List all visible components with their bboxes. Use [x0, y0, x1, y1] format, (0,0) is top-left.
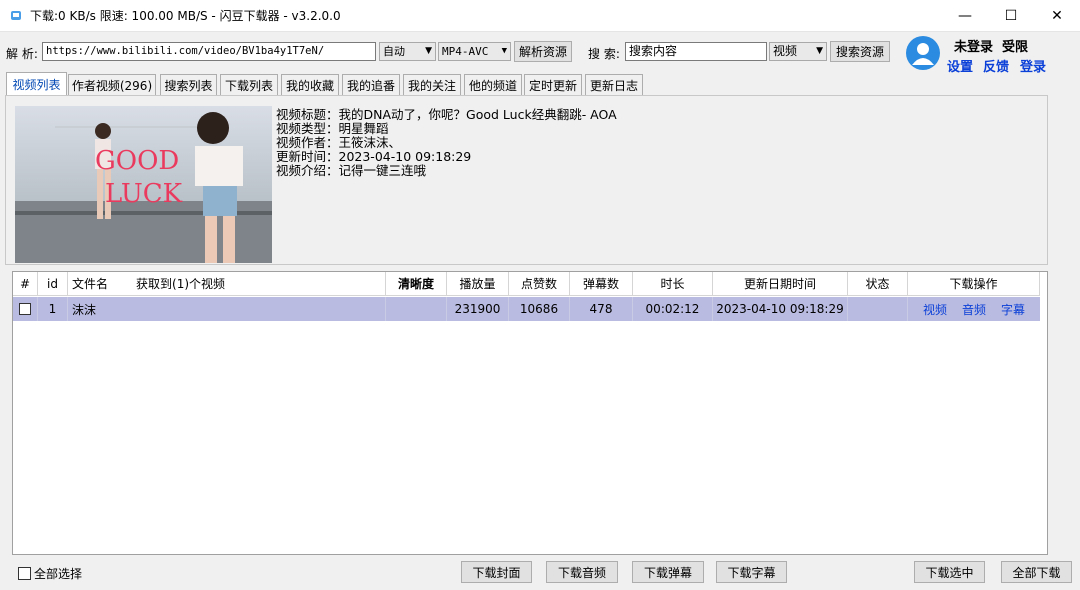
download-cover-button[interactable]: 下载封面: [461, 561, 532, 583]
download-subtitle-link[interactable]: 字幕: [1001, 301, 1025, 318]
quality-select-value: 自动: [383, 45, 405, 58]
column-header-plays[interactable]: 播放量: [447, 272, 509, 296]
download-audio-button[interactable]: 下载音频: [546, 561, 618, 583]
download-selected-button[interactable]: 下载选中: [914, 561, 985, 583]
row-likes-cell: 10686: [509, 297, 570, 321]
minimize-button[interactable]: —: [942, 0, 988, 31]
tab-changelog[interactable]: 更新日志: [585, 74, 643, 95]
codec-select-value: MP4-AVC: [442, 45, 489, 58]
close-button[interactable]: ✕: [1034, 0, 1080, 31]
row-quality-cell: [386, 297, 447, 321]
video-title-info: 视频标题：我的DNA动了，你呢？Good Luck经典翻跳- AOA: [276, 107, 617, 122]
window-title: 下载:0 KB/s 限速: 100.00 MB/S - 闪豆下载器 - v3.2…: [30, 9, 341, 23]
download-danmaku-button[interactable]: 下载弹幕: [632, 561, 704, 583]
video-count-label: 获取到(1)个视频: [136, 277, 226, 291]
thumbnail-text-good: GOOD: [95, 146, 179, 176]
search-button[interactable]: 搜索资源: [830, 41, 890, 62]
codec-select[interactable]: MP4-AVC ▼: [438, 42, 511, 61]
maximize-button[interactable]: ☐: [988, 0, 1034, 31]
parse-label: 解 析:: [6, 47, 38, 61]
user-avatar-icon: [906, 36, 940, 70]
video-updated-info: 更新时间：2023-04-10 09:18:29: [276, 149, 472, 164]
tab-following[interactable]: 我的关注: [403, 74, 461, 95]
chevron-down-icon: ▼: [501, 46, 507, 56]
search-type-value: 视频: [773, 44, 798, 58]
column-header-duration[interactable]: 时长: [633, 272, 713, 296]
row-duration-cell: 00:02:12: [633, 297, 713, 321]
tab-search-list[interactable]: 搜索列表: [160, 74, 217, 95]
url-input[interactable]: https://www.bilibili.com/video/BV1ba4y1T…: [42, 42, 376, 61]
row-checkbox[interactable]: [19, 303, 31, 315]
column-header-likes[interactable]: 点赞数: [509, 272, 570, 296]
title-bar: 下载:0 KB/s 限速: 100.00 MB/S - 闪豆下载器 - v3.2…: [0, 0, 1080, 31]
row-id-cell: 1: [38, 297, 68, 321]
download-subtitle-button[interactable]: 下载字幕: [716, 561, 787, 583]
quality-select[interactable]: 自动 ▼: [379, 42, 436, 61]
row-updated-cell: 2023-04-10 09:18:29: [713, 297, 848, 321]
tab-following-anime[interactable]: 我的追番: [342, 74, 400, 95]
column-header-status[interactable]: 状态: [848, 272, 908, 296]
app-icon: [11, 11, 21, 20]
column-header-hash[interactable]: #: [13, 272, 38, 296]
video-author-info: 视频作者：王筱沫沫、: [276, 135, 402, 150]
row-checkbox-cell[interactable]: [13, 297, 38, 321]
parse-button[interactable]: 解析资源: [514, 41, 572, 62]
column-header-id[interactable]: id: [38, 272, 68, 296]
settings-link[interactable]: 设置: [947, 56, 973, 75]
row-filename-cell: 沫沫: [68, 297, 386, 321]
checkbox-box[interactable]: [18, 567, 31, 580]
download-video-link[interactable]: 视频: [923, 301, 947, 318]
column-header-actions[interactable]: 下载操作: [908, 272, 1040, 296]
column-header-quality[interactable]: 清晰度: [386, 272, 447, 296]
login-link[interactable]: 登录: [1020, 56, 1046, 75]
row-danmaku-cell: 478: [570, 297, 633, 321]
search-input[interactable]: 搜索内容: [625, 42, 767, 61]
login-status: 未登录: [954, 40, 994, 55]
tab-download-list[interactable]: 下载列表: [220, 74, 278, 95]
chevron-down-icon: ▼: [816, 46, 823, 56]
tab-favorites[interactable]: 我的收藏: [281, 74, 339, 95]
video-thumbnail: GOOD LUCK: [15, 106, 272, 263]
select-all-checkbox[interactable]: 全部选择: [18, 565, 82, 582]
chevron-down-icon: ▼: [425, 46, 432, 56]
column-header-updated[interactable]: 更新日期时间: [713, 272, 848, 296]
feedback-link[interactable]: 反馈: [983, 56, 1009, 75]
row-status-cell: [848, 297, 908, 321]
row-actions-cell: 视频 音频 字幕: [908, 297, 1040, 321]
tab-video-list[interactable]: 视频列表: [6, 72, 67, 95]
download-all-button[interactable]: 全部下载: [1001, 561, 1072, 583]
tab-channel[interactable]: 他的频道: [464, 74, 522, 95]
avatar[interactable]: [906, 36, 940, 70]
download-audio-link[interactable]: 音频: [962, 301, 986, 318]
search-type-select[interactable]: 视频 ▼: [769, 42, 827, 61]
video-type-info: 视频类型：明星舞蹈: [276, 121, 389, 136]
video-intro-info: 视频介绍：记得一键三连哦: [276, 163, 427, 178]
column-header-filename[interactable]: 文件名 获取到(1)个视频: [68, 272, 386, 296]
limit-status: 受限: [1002, 40, 1029, 55]
filename-header-label: 文件名: [72, 277, 109, 291]
select-all-label: 全部选择: [34, 567, 83, 581]
search-label: 搜 索:: [588, 47, 620, 61]
tab-scheduled-update[interactable]: 定时更新: [524, 74, 582, 95]
column-header-danmaku[interactable]: 弹幕数: [570, 272, 633, 296]
tab-author-videos[interactable]: 作者视频(296): [68, 74, 156, 95]
row-plays-cell: 231900: [447, 297, 509, 321]
thumbnail-text-luck: LUCK: [105, 179, 183, 209]
